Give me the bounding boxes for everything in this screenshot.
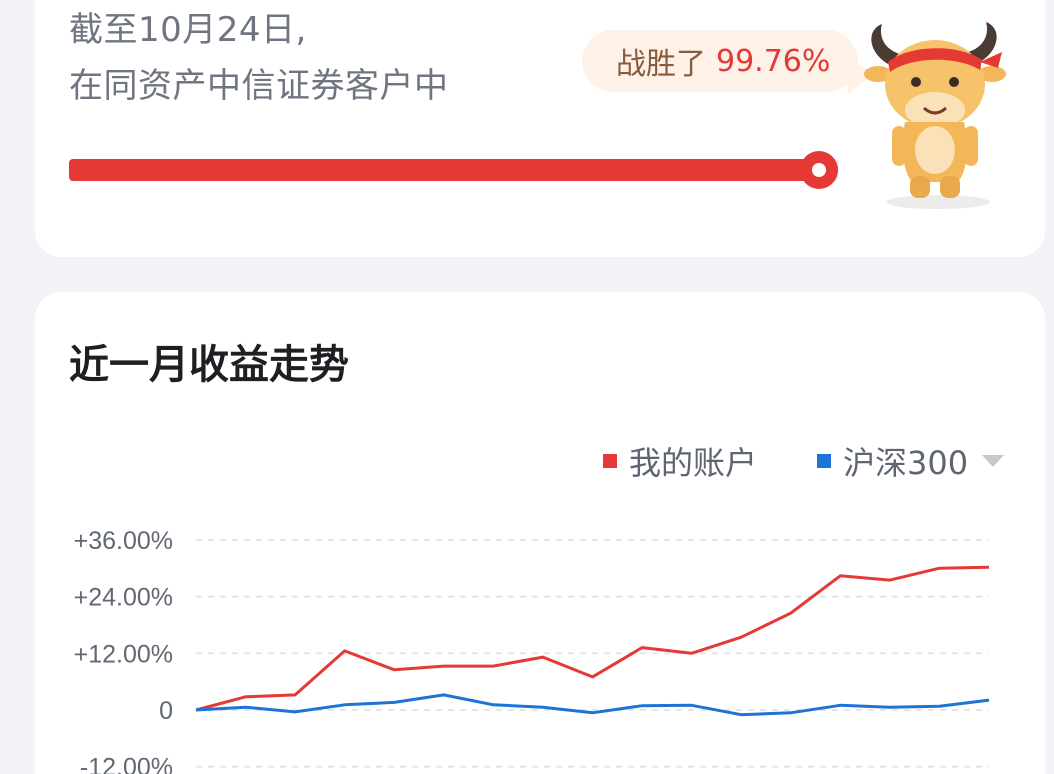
y-tick-label: -12.00% — [80, 754, 173, 774]
y-tick-label: +12.00% — [74, 640, 173, 668]
trend-title: 近一月收益走势 — [69, 342, 349, 388]
bubble-percentile-value: 99.76% — [716, 43, 831, 79]
legend-item-account: 我的账户 — [603, 438, 757, 484]
progress-knob — [800, 151, 839, 189]
chart-legend[interactable]: 我的账户 沪深300 — [603, 438, 1005, 484]
legend-label-benchmark: 沪深300 — [843, 444, 969, 482]
caret-down-icon[interactable] — [982, 455, 1005, 467]
trend-card: 近一月收益走势 我的账户 沪深300 +36.00% +24.00% +12.00%… — [35, 292, 1045, 774]
legend-label-account: 我的账户 — [629, 444, 758, 482]
rank-card: 截至10月24日, 在同资产中信证券客户中 战胜了 99.76% — [35, 0, 1045, 257]
percentile-progress-bar — [69, 151, 839, 189]
percentile-bubble: 战胜了 99.76% — [582, 30, 875, 94]
rank-date-text: 截至10月24日, — [69, 10, 307, 50]
blue-square-icon — [817, 454, 832, 468]
progress-fill — [69, 159, 820, 181]
series-line — [195, 565, 990, 712]
series-line — [195, 693, 990, 717]
rank-description-text: 在同资产中信证券客户中 — [69, 66, 449, 106]
y-tick-label: 0 — [159, 697, 173, 725]
y-tick-label: +24.00% — [74, 584, 173, 612]
trend-line-chart: +36.00% +24.00% +12.00% 0 -12.00% — [74, 527, 990, 774]
bubble-label: 战胜了 — [616, 47, 706, 82]
bull-mascot-icon — [864, 22, 1006, 209]
red-square-icon — [603, 454, 617, 468]
legend-item-benchmark[interactable]: 沪深300 — [817, 438, 1005, 484]
y-tick-label: +36.00% — [74, 527, 173, 555]
